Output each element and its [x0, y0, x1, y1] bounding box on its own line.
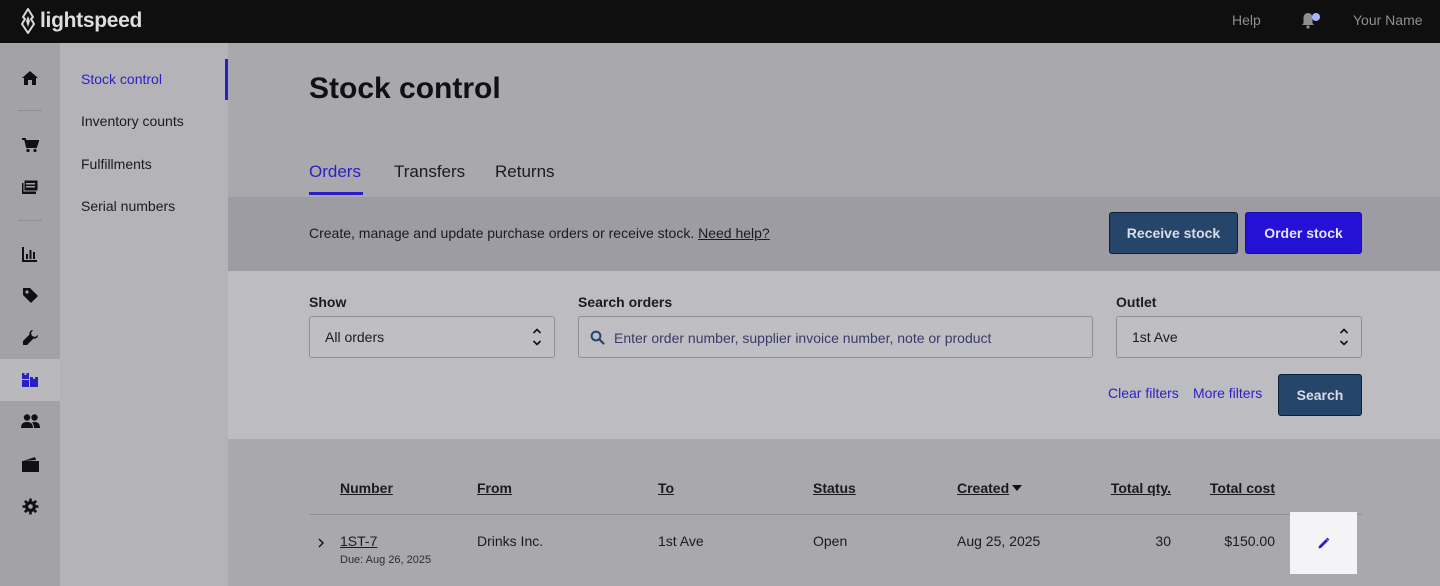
column-status[interactable]: Status [813, 480, 856, 496]
select-arrows-icon [1339, 328, 1349, 346]
search-icon [590, 330, 605, 345]
wallet-icon [21, 456, 39, 472]
search-placeholder: Enter order number, supplier invoice num… [614, 330, 992, 346]
order-total-cost: $150.00 [1224, 533, 1275, 549]
column-total-cost[interactable]: Total cost [1200, 480, 1275, 496]
brand-logo[interactable]: lightspeed [20, 8, 142, 34]
boxes-icon [22, 373, 38, 387]
subnav-serial-numbers[interactable]: Serial numbers [81, 198, 175, 214]
gear-icon [22, 498, 38, 514]
column-created-label: Created [957, 480, 1010, 496]
active-tab-underline [309, 192, 363, 195]
tag-icon [22, 287, 38, 303]
rail-settings[interactable] [0, 485, 60, 527]
show-label: Show [309, 294, 347, 310]
home-icon [22, 71, 38, 85]
rail-catalog[interactable] [0, 274, 60, 316]
rail-payments[interactable] [0, 443, 60, 485]
page-title: Stock control [309, 72, 501, 105]
rail-inventory[interactable] [0, 359, 60, 401]
show-select-value: All orders [325, 329, 385, 345]
more-filters-link[interactable]: More filters [1193, 385, 1262, 401]
flame-icon [21, 8, 35, 34]
rail-separator [18, 110, 42, 111]
info-text: Create, manage and update purchase order… [309, 225, 770, 241]
table-header-divider [309, 514, 1362, 515]
column-to[interactable]: To [658, 480, 674, 496]
show-select[interactable]: All orders [309, 316, 555, 358]
column-total-qty[interactable]: Total qty. [1100, 480, 1171, 496]
help-link[interactable]: Help [1232, 12, 1261, 28]
sort-desc-icon [1012, 485, 1022, 491]
rail-setup[interactable] [0, 316, 60, 358]
outlet-label: Outlet [1116, 294, 1157, 310]
column-number[interactable]: Number [340, 480, 393, 496]
rail-home[interactable] [0, 57, 60, 99]
order-from: Drinks Inc. [477, 533, 544, 549]
pencil-icon [1318, 537, 1330, 548]
search-button[interactable]: Search [1278, 374, 1362, 416]
search-orders-label: Search orders [578, 294, 673, 310]
rail-sell[interactable] [0, 124, 60, 166]
subnav-inventory-counts[interactable]: Inventory counts [81, 113, 184, 129]
column-from[interactable]: From [477, 480, 512, 496]
register-icon [22, 179, 39, 194]
order-due-date: Due: Aug 26, 2025 [340, 554, 432, 566]
cart-icon [22, 138, 39, 153]
edit-order-button[interactable] [1290, 512, 1357, 574]
receive-stock-button[interactable]: Receive stock [1109, 212, 1238, 254]
users-icon [20, 414, 40, 428]
order-total-qty: 30 [1155, 533, 1171, 549]
order-created: Aug 25, 2025 [957, 533, 1041, 549]
order-to: 1st Ave [658, 533, 704, 549]
select-arrows-icon [532, 328, 542, 346]
outlet-select[interactable]: 1st Ave [1116, 316, 1362, 358]
rail-separator [18, 220, 42, 221]
rail-reports[interactable] [0, 233, 60, 275]
wrench-icon [22, 329, 38, 345]
outlet-select-value: 1st Ave [1132, 329, 1178, 345]
need-help-link[interactable]: Need help? [698, 225, 770, 241]
subnav-stock-control[interactable]: Stock control [81, 71, 162, 87]
chevron-right-icon[interactable] [316, 537, 326, 549]
column-created[interactable]: Created [957, 480, 1009, 496]
icon-rail [0, 43, 60, 586]
tab-transfers[interactable]: Transfers [394, 162, 465, 182]
tab-returns[interactable]: Returns [495, 162, 555, 182]
top-bar: lightspeed Help Your Name [0, 0, 1440, 43]
info-description: Create, manage and update purchase order… [309, 225, 695, 241]
reports-icon [22, 247, 37, 262]
user-menu[interactable]: Your Name [1353, 12, 1423, 28]
search-orders-input[interactable]: Enter order number, supplier invoice num… [578, 316, 1093, 358]
rail-customers[interactable] [0, 400, 60, 442]
order-stock-button[interactable]: Order stock [1245, 212, 1362, 254]
order-number-link[interactable]: 1ST-7 [340, 533, 377, 549]
tab-orders[interactable]: Orders [309, 162, 361, 182]
clear-filters-link[interactable]: Clear filters [1108, 385, 1179, 401]
subnav-fulfillments[interactable]: Fulfillments [81, 156, 152, 172]
rail-register[interactable] [0, 166, 60, 208]
order-status: Open [813, 533, 848, 549]
bell-icon[interactable] [1300, 11, 1322, 29]
brand-name: lightspeed [40, 9, 143, 32]
